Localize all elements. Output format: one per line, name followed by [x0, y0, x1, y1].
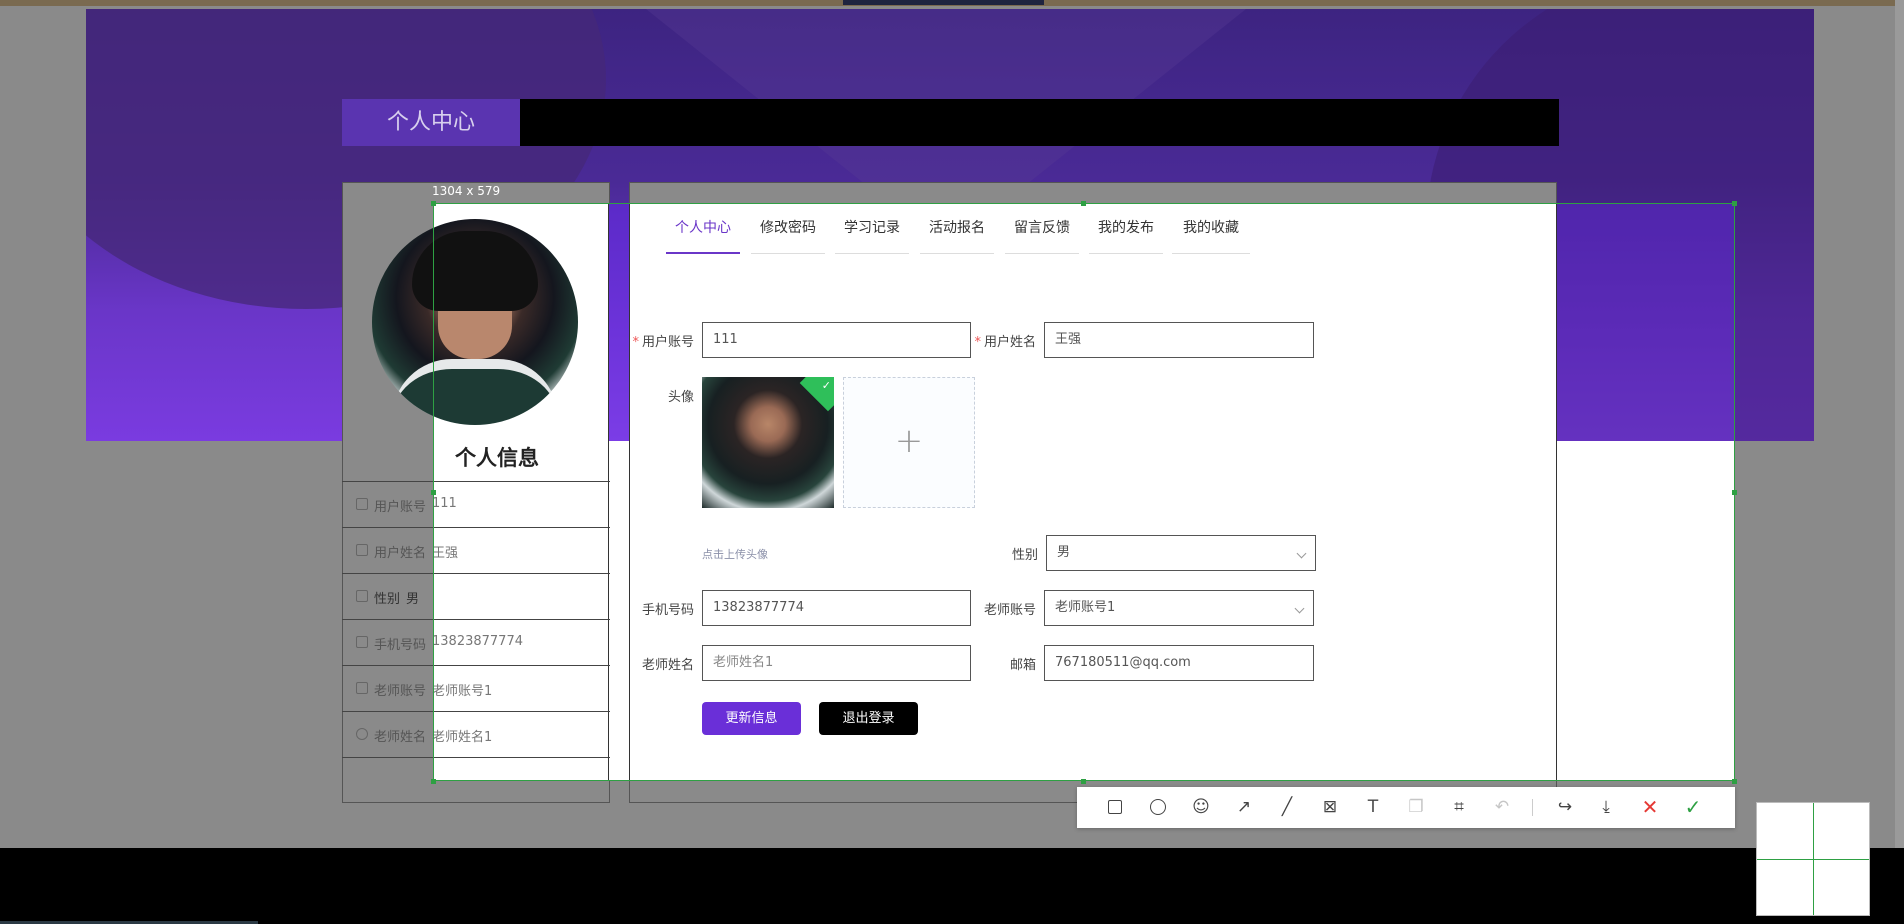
gender-label: 性别: [1011, 548, 1038, 563]
upload-hint[interactable]: 点击上传头像: [702, 546, 768, 562]
tab-feedback[interactable]: 留言反馈: [1005, 216, 1079, 254]
rectangle-icon[interactable]: [1103, 795, 1127, 819]
tab-study-records[interactable]: 学习记录: [835, 216, 909, 254]
chevron-down-icon: [1296, 548, 1307, 559]
tab-personal-center[interactable]: 个人中心: [666, 216, 740, 254]
info-value: 男: [406, 592, 420, 607]
edit-icon: [356, 636, 368, 648]
info-label: 性别: [374, 592, 401, 607]
share-icon[interactable]: ↪: [1553, 795, 1577, 819]
info-row-teacher-name: 老师姓名 老师姓名1: [342, 711, 610, 757]
message-icon: [356, 590, 368, 602]
info-row-username: 用户账号 111: [342, 481, 610, 527]
username-label: * 用户账号: [630, 331, 694, 350]
required-mark: *: [974, 335, 981, 350]
id-card-icon: [356, 544, 368, 556]
teacher-account-select[interactable]: 老师账号1: [1044, 590, 1314, 626]
username-field[interactable]: 111: [702, 322, 971, 358]
confirm-icon[interactable]: ✓: [1681, 795, 1705, 819]
undo-icon[interactable]: ↶: [1490, 795, 1514, 819]
required-mark: *: [632, 335, 639, 350]
info-row-teacher-account: 老师账号 老师账号1: [342, 665, 610, 711]
teacher-name-label: 老师姓名: [641, 658, 694, 673]
page-scrollbar[interactable]: [1895, 0, 1904, 848]
user-icon: [356, 498, 368, 510]
ocr-icon[interactable]: ⌗: [1447, 795, 1471, 819]
info-label: 手机号码: [374, 638, 427, 653]
uploaded-avatar[interactable]: ✓: [702, 377, 834, 508]
gender-select[interactable]: 男: [1046, 535, 1316, 571]
username-label-text: 用户账号: [641, 335, 694, 350]
update-info-button[interactable]: 更新信息: [702, 702, 801, 735]
emoji-icon[interactable]: ☺: [1189, 795, 1213, 819]
magnifier-preview: [1756, 802, 1870, 916]
tab-my-favorites[interactable]: 我的收藏: [1172, 216, 1250, 254]
phone-label: 手机号码: [641, 603, 694, 618]
page-title: 个人中心: [342, 99, 520, 146]
phone-field[interactable]: 13823877774: [702, 590, 971, 626]
resize-handle[interactable]: [1732, 201, 1737, 206]
mosaic-icon[interactable]: ⊠: [1318, 795, 1342, 819]
info-value: 111: [432, 496, 457, 511]
capture-toolbar: ☺ ↗ ╱ ⊠ Ｔ ❐ ⌗ ↶ ↪ ⤓ ✕ ✓: [1077, 787, 1735, 828]
teacher-account-value: 老师账号1: [1055, 600, 1116, 615]
info-value: 老师姓名1: [432, 730, 493, 745]
name-label: * 用户姓名: [972, 331, 1036, 350]
close-icon[interactable]: ✕: [1638, 795, 1662, 819]
info-value: 13823877774: [432, 634, 523, 649]
chevron-down-icon: [1294, 603, 1305, 614]
ellipse-icon[interactable]: [1146, 795, 1170, 819]
capture-selection[interactable]: [433, 203, 1735, 781]
email-label: 邮箱: [1009, 658, 1036, 673]
info-label: 老师姓名: [374, 730, 427, 745]
info-label: 用户账号: [374, 500, 427, 515]
tab-my-posts[interactable]: 我的发布: [1089, 216, 1163, 254]
logout-button[interactable]: 退出登录: [819, 702, 918, 735]
info-row-empty: [342, 757, 610, 803]
title-band: [342, 99, 1559, 146]
selection-size-label: 1304 x 579: [432, 184, 501, 198]
resize-handle[interactable]: [431, 490, 436, 495]
user-icon: [356, 682, 368, 694]
tab-change-password[interactable]: 修改密码: [751, 216, 825, 254]
info-value: 王强: [432, 546, 459, 561]
name-label-text: 用户姓名: [983, 335, 1036, 350]
info-value: 老师账号1: [432, 684, 493, 699]
info-label: 用户姓名: [374, 546, 427, 561]
resize-handle[interactable]: [1081, 779, 1086, 784]
teacher-account-label: 老师账号: [983, 603, 1036, 618]
browser-top-indicator: [843, 0, 1044, 5]
info-row-phone: 手机号码 13823877774: [342, 619, 610, 665]
clock-icon: [356, 728, 368, 740]
profile-heading: 个人信息: [455, 446, 539, 470]
info-row-gender: 性别 男: [342, 573, 610, 619]
text-icon[interactable]: Ｔ: [1361, 795, 1385, 819]
bottom-bar: [0, 848, 1904, 924]
name-field[interactable]: 王强: [1044, 322, 1314, 358]
info-row-name: 用户姓名 王强: [342, 527, 610, 573]
arrow-icon[interactable]: ↗: [1232, 795, 1256, 819]
copy-icon[interactable]: ❐: [1404, 795, 1428, 819]
gender-value: 男: [1057, 545, 1071, 560]
check-icon: ✓: [821, 379, 831, 392]
crosshair-horizontal: [1757, 859, 1869, 860]
resize-handle[interactable]: [1732, 779, 1737, 784]
email-field[interactable]: 767180511@qq.com: [1044, 645, 1314, 681]
upload-button[interactable]: +: [843, 377, 975, 508]
toolbar-divider: [1532, 799, 1533, 816]
info-label: 老师账号: [374, 684, 427, 699]
resize-handle[interactable]: [1732, 490, 1737, 495]
resize-handle[interactable]: [431, 779, 436, 784]
resize-handle[interactable]: [1081, 201, 1086, 206]
avatar-label: 头像: [667, 390, 694, 405]
profile-avatar: [372, 219, 578, 425]
pen-icon[interactable]: ╱: [1275, 795, 1299, 819]
tab-activity-signup[interactable]: 活动报名: [920, 216, 994, 254]
teacher-name-field[interactable]: 老师姓名1: [702, 645, 971, 681]
resize-handle[interactable]: [431, 201, 436, 206]
